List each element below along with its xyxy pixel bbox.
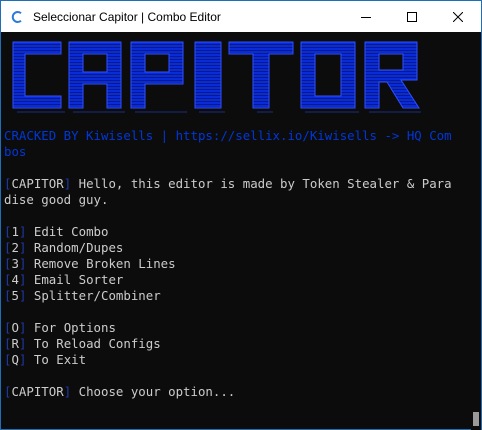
menu-key: R: [11, 336, 19, 351]
credit-line-1: CRACKED BY Kiwisells | https://sellix.io…: [4, 128, 452, 143]
hello-line-2: dise good guy.: [4, 192, 109, 207]
menu-item-random-dupes: [2] Random/Dupes: [4, 240, 124, 255]
menu-label: Random/Dupes: [26, 240, 124, 255]
menu-item-email-sorter: [4] Email Sorter: [4, 272, 124, 287]
menu-key: 5: [11, 288, 19, 303]
menu-label: For Options: [26, 320, 116, 335]
option-prompt[interactable]: [CAPITOR] Choose your option...: [4, 384, 235, 400]
maximize-button[interactable]: [389, 1, 435, 32]
menu-key: 1: [11, 224, 19, 239]
menu-item-options: [O] For Options: [4, 320, 116, 335]
menu-item-edit-combo: [1] Edit Combo: [4, 224, 109, 239]
maximize-icon: [407, 11, 417, 22]
hello-text: Hello, this editor is made by Token Stea…: [71, 176, 452, 191]
menu-label: Remove Broken Lines: [26, 256, 176, 271]
menu-key: 4: [11, 272, 19, 287]
app-icon: [9, 9, 25, 25]
prompt-text: Choose your option...: [71, 384, 236, 399]
menu-item-splitter-combiner: [5] Splitter/Combiner: [4, 288, 161, 303]
menu-label: Splitter/Combiner: [26, 288, 161, 303]
menu-label: To Exit: [26, 352, 87, 367]
menu-key: 3: [11, 256, 19, 271]
console-output[interactable]: CRACKED BY Kiwisells | https://sellix.io…: [1, 32, 471, 430]
menu-item-exit: [Q] To Exit: [4, 352, 87, 367]
vertical-scrollbar[interactable]: [471, 32, 481, 430]
menu-label: Edit Combo: [26, 224, 109, 239]
hello-line-1: [CAPITOR] Hello, this editor is made by …: [4, 176, 452, 191]
window-title: Seleccionar Capitor | Combo Editor: [33, 9, 221, 24]
prompt-tag: CAPITOR: [11, 384, 64, 399]
menu-item-reload-configs: [R] To Reload Configs: [4, 336, 161, 351]
close-icon: [453, 11, 463, 22]
minimize-button[interactable]: [343, 1, 389, 32]
menu-key: 2: [11, 240, 19, 255]
menu-key: O: [11, 320, 19, 335]
menu-key: Q: [11, 352, 19, 367]
hello-tag: CAPITOR: [11, 176, 64, 191]
menu-label: Email Sorter: [26, 272, 124, 287]
console-window: Seleccionar Capitor | Combo Editor CRACK…: [0, 0, 482, 430]
close-button[interactable]: [435, 1, 481, 32]
menu-item-remove-broken-lines: [3] Remove Broken Lines: [4, 256, 176, 271]
scrollbar-thumb[interactable]: [473, 412, 479, 426]
capitor-ascii-banner: [12, 41, 421, 113]
title-bar[interactable]: Seleccionar Capitor | Combo Editor: [1, 1, 481, 32]
credit-line-2: bos: [4, 144, 27, 159]
menu-label: To Reload Configs: [26, 336, 161, 351]
minimize-icon: [361, 16, 371, 18]
